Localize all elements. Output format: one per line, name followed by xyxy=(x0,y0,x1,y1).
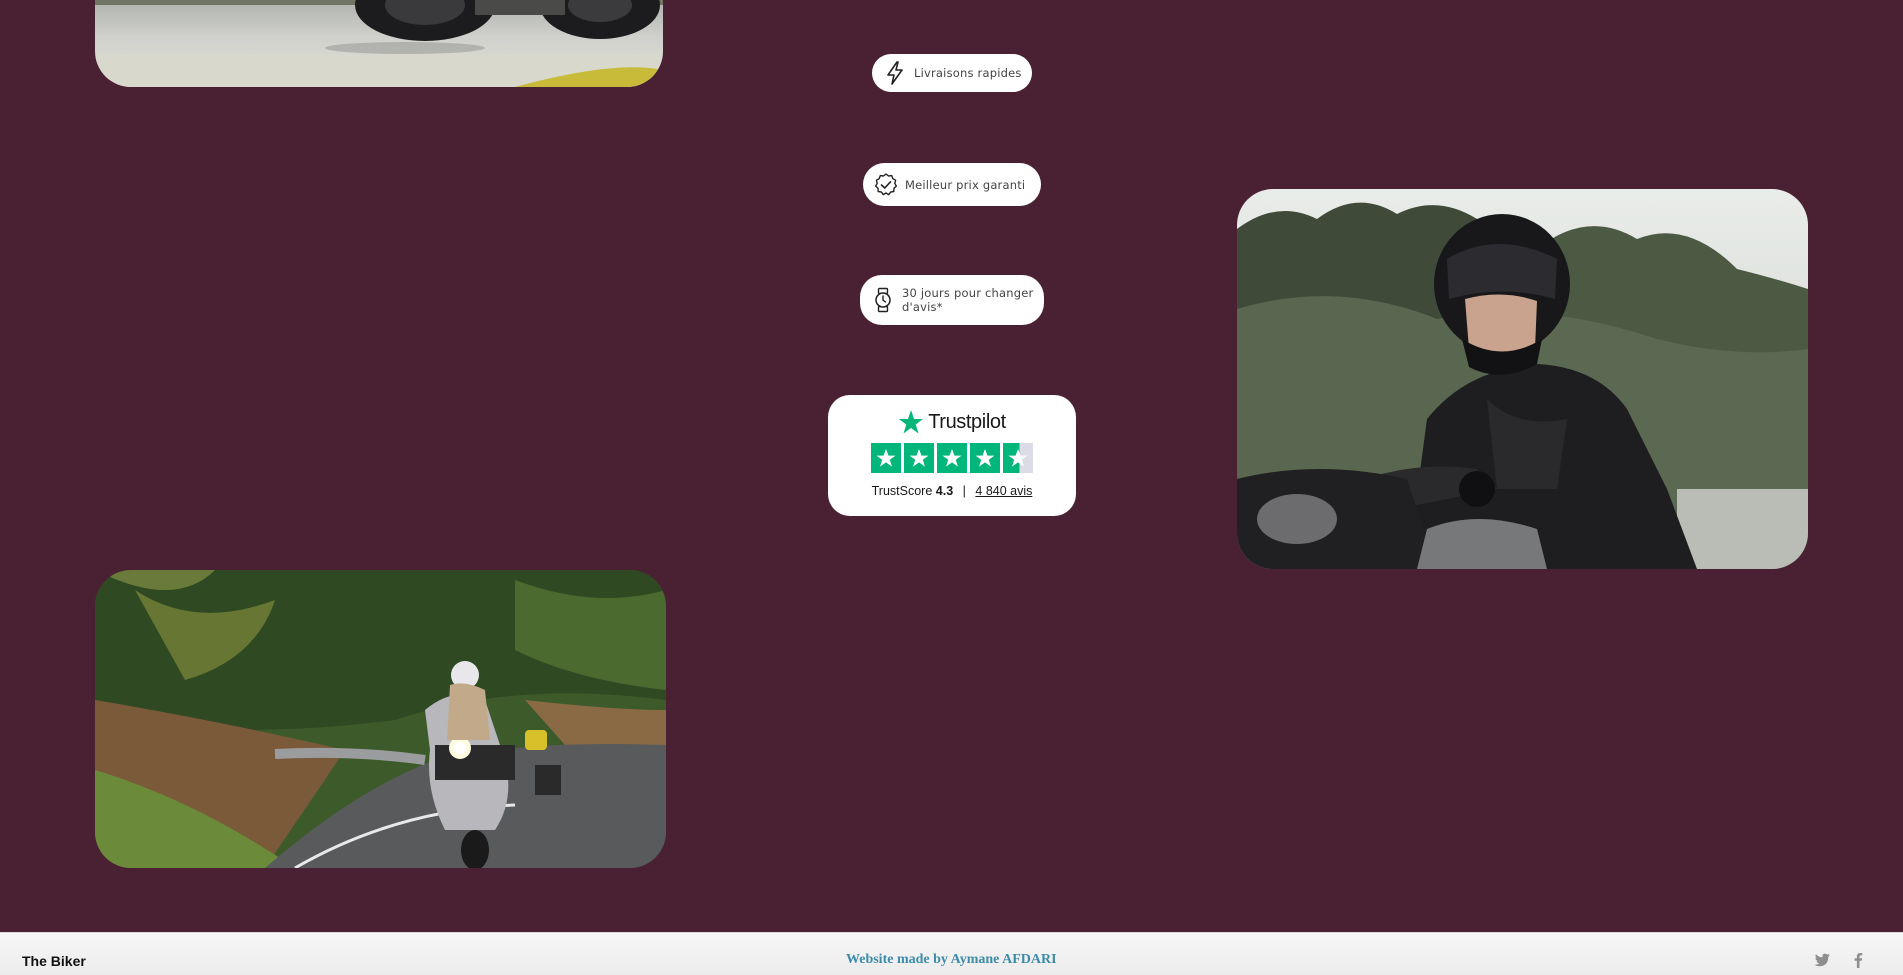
trustpilot-stars xyxy=(828,443,1076,473)
star-icon xyxy=(871,443,901,473)
trustscore-label: TrustScore xyxy=(871,484,933,498)
trustpilot-star-icon xyxy=(898,409,924,435)
feature-label: Meilleur prix garanti xyxy=(905,177,1026,192)
star-icon xyxy=(904,443,934,473)
feature-label: Livraisons rapides xyxy=(914,66,1022,80)
feature-30-day-return: 30 jours pour changer d'avis* xyxy=(860,275,1044,325)
feature-fast-delivery: Livraisons rapides xyxy=(872,54,1032,92)
star-icon xyxy=(937,443,967,473)
trustscore-separator: | xyxy=(962,484,966,498)
trustscore-line: TrustScore 4.3 | 4 840 avis xyxy=(828,484,1076,498)
feature-best-price: Meilleur prix garanti xyxy=(863,163,1041,206)
twitter-icon[interactable] xyxy=(1813,951,1831,969)
woman-rider-photo xyxy=(1237,189,1808,569)
badge-check-icon xyxy=(873,172,899,198)
watch-icon xyxy=(870,287,896,313)
forest-road-rider-photo xyxy=(95,570,666,868)
footer: The Biker Website made by Aymane AFDARI xyxy=(0,932,1903,975)
trustpilot-widget[interactable]: Trustpilot TrustScore 4.3 | 4 840 avis xyxy=(828,395,1076,516)
page: Livraisons rapides Meilleur prix garanti… xyxy=(0,0,1903,975)
half-star-icon xyxy=(1003,443,1033,473)
facebook-icon[interactable] xyxy=(1849,951,1867,969)
motorcycle-wheels-photo xyxy=(95,0,663,87)
trustscore-value: 4.3 xyxy=(935,484,954,498)
footer-brand[interactable]: The Biker xyxy=(22,953,86,969)
star-icon xyxy=(970,443,1000,473)
trustpilot-brand-name: Trustpilot xyxy=(928,410,1006,433)
trustpilot-brand: Trustpilot xyxy=(828,409,1076,435)
lightning-icon xyxy=(882,60,908,86)
footer-credit[interactable]: Website made by Aymane AFDARI xyxy=(846,952,1057,968)
reviews-count-link[interactable]: 4 840 avis xyxy=(975,484,1032,498)
feature-label: 30 jours pour changer d'avis* xyxy=(902,286,1034,314)
